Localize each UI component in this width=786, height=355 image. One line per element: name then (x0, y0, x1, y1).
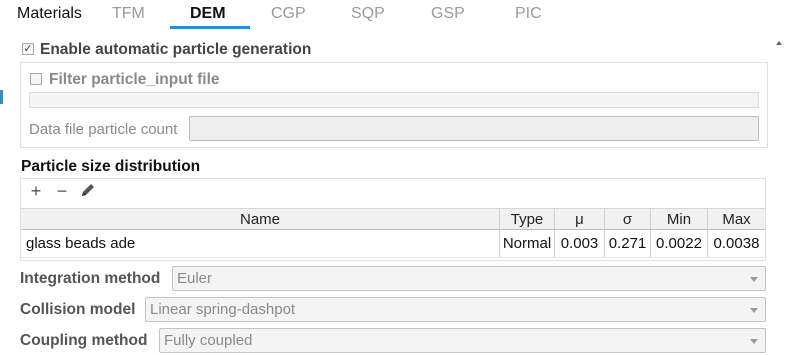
file-progress-bar (29, 92, 759, 108)
left-edge-marker (0, 90, 3, 104)
coupling-method-select[interactable]: Fully coupled (159, 328, 766, 353)
col-header-sigma[interactable]: σ (604, 209, 650, 229)
checkmark-icon: ✓ (23, 43, 33, 55)
integration-method-label: Integration method (20, 270, 161, 287)
tab-sqp[interactable]: SQP (351, 5, 385, 23)
chevron-down-icon (750, 277, 758, 282)
enable-auto-generation-checkbox[interactable]: ✓ (22, 43, 34, 55)
chevron-down-icon (750, 339, 758, 344)
col-header-mu[interactable]: μ (554, 209, 604, 229)
tab-pic[interactable]: PIC (515, 5, 542, 23)
vertical-scrollbar[interactable] (773, 37, 786, 355)
remove-icon[interactable]: − (53, 182, 71, 200)
coupling-method-value: Fully coupled (164, 332, 253, 349)
col-header-max[interactable]: Max (707, 209, 765, 229)
scroll-up-arrow-icon[interactable] (776, 41, 782, 45)
chevron-down-icon (750, 308, 758, 313)
psd-title: Particle size distribution (21, 158, 201, 175)
cell-max: 0.0038 (707, 230, 765, 257)
tab-cgp[interactable]: CGP (271, 5, 306, 23)
data-file-count-field[interactable] (189, 116, 759, 141)
tab-bar: Materials TFM DEM CGP SQP GSP PIC (0, 0, 786, 29)
collision-model-select[interactable]: Linear spring-dashpot (145, 297, 766, 322)
integration-method-select[interactable]: Euler (172, 266, 766, 291)
tab-dem[interactable]: DEM (190, 5, 226, 23)
col-header-type[interactable]: Type (499, 209, 554, 229)
table-row[interactable]: glass beads ade Normal 0.003 0.271 0.002… (21, 230, 765, 258)
cell-mu: 0.003 (554, 230, 604, 257)
integration-method-value: Euler (177, 270, 213, 287)
add-icon[interactable]: + (27, 182, 45, 200)
cell-type: Normal (499, 230, 554, 257)
tab-tfm[interactable]: TFM (112, 5, 145, 23)
tab-materials[interactable]: Materials (17, 5, 82, 23)
psd-table-header: Name Type μ σ Min Max (21, 208, 765, 230)
edit-pencil-icon[interactable] (79, 182, 97, 200)
data-file-count-label: Data file particle count (29, 121, 178, 138)
cell-min: 0.0022 (650, 230, 707, 257)
collision-model-label: Collision model (20, 301, 136, 318)
cell-name: glass beads ade (26, 235, 136, 252)
active-tab-indicator (170, 26, 250, 29)
col-header-name[interactable]: Name (21, 209, 499, 229)
enable-auto-generation-label: Enable automatic particle generation (40, 41, 312, 58)
tab-gsp[interactable]: GSP (431, 5, 465, 23)
collision-model-value: Linear spring-dashpot (150, 301, 296, 318)
coupling-method-label: Coupling method (20, 332, 148, 349)
col-header-min[interactable]: Min (650, 209, 707, 229)
filter-particle-input-checkbox[interactable] (30, 73, 42, 85)
cell-sigma: 0.271 (604, 230, 650, 257)
filter-particle-input-label: Filter particle_input file (49, 71, 220, 88)
